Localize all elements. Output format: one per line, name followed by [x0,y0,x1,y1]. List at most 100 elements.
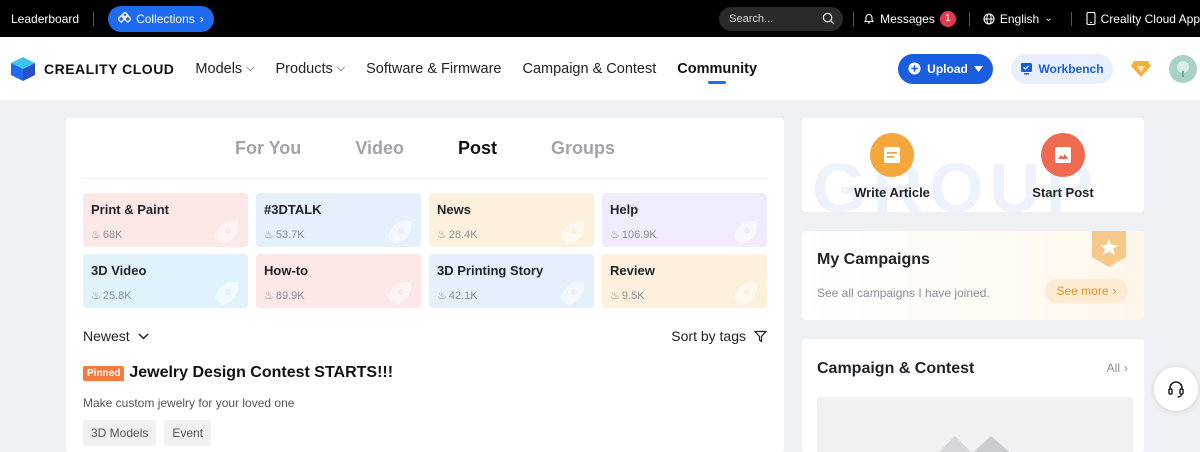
rocket-decor-icon [215,282,238,305]
post-tag[interactable]: 3D Models [83,420,157,446]
my-campaigns-title: My Campaigns [817,251,930,268]
community-feed-card: For You Video Post Groups Print & Paint … [66,118,784,452]
chevron-down-icon: ⌵ [246,62,255,74]
messages-label: Messages [880,11,935,26]
plus-circle-icon [908,62,921,75]
upload-label: Upload [927,61,968,76]
flame-icon: ♨ [91,229,101,241]
rocket-decor-icon [561,282,584,305]
workbench-label: Workbench [1038,61,1104,76]
search-icon[interactable] [822,12,835,25]
search-placeholder: Search... [729,12,774,25]
sort-by-tags-button[interactable]: Sort by tags [671,328,767,344]
category-card[interactable]: News ♨ 28.4K [429,193,594,247]
upload-button[interactable]: Upload [898,53,993,84]
workbench-button[interactable]: Workbench [1011,53,1113,84]
category-count-value: 9.5K [621,289,645,302]
write-article-button[interactable]: Write Article [837,133,947,200]
top-bar: Leaderboard Collections › Search... Mess… [0,0,1200,37]
category-name: 3D Printing Story [437,263,544,278]
workbench-icon [1021,63,1033,75]
customer-support-button[interactable] [1154,367,1198,411]
messages-badge: 1 [939,10,956,27]
view-all-link[interactable]: All › [1107,361,1128,375]
nav-products[interactable]: Products ⌵ [276,37,346,100]
messages-link[interactable]: Messages 1 [863,10,956,27]
category-card[interactable]: Review ♨ 9.5K [602,254,767,308]
globe-icon [983,12,995,25]
chevron-right-icon: › [199,11,204,26]
see-more-button[interactable]: See more › [1045,279,1128,303]
tab-for-you[interactable]: For You [235,138,301,159]
nav-community[interactable]: Community [677,37,757,100]
flame-icon: ♨ [437,290,447,302]
rocket-decor-icon [734,221,757,244]
tab-video[interactable]: Video [355,138,404,159]
sort-tags-label: Sort by tags [671,328,746,344]
category-card[interactable]: 3D Printing Story ♨ 42.1K [429,254,594,308]
category-card[interactable]: 3D Video ♨ 25.8K [83,254,248,308]
nav-models-label: Models [195,60,243,77]
start-post-button[interactable]: Start Post [1008,133,1118,200]
filter-icon [754,330,767,343]
creality-logo-icon [11,56,35,81]
rocket-decor-icon [561,221,584,244]
sort-label: Newest [83,328,130,344]
tab-groups[interactable]: Groups [551,138,615,159]
post-tag[interactable]: Event [164,420,212,446]
app-download-link[interactable]: Creality Cloud App [1086,12,1200,26]
nav-models[interactable]: Models ⌵ [195,37,254,100]
flame-icon: ♨ [264,290,274,302]
bell-icon [864,13,875,24]
divider [968,11,970,26]
phone-icon [1086,12,1096,25]
star-badge-icon [1092,231,1126,267]
image-placeholder-icon [939,436,1010,452]
post-title-row: Pinned Jewelry Design Contest STARTS!!! [83,364,767,382]
divider [93,11,95,26]
language-label: English [999,11,1040,26]
nav-campaign-label: Campaign & Contest [522,60,657,77]
category-count-value: 89.9K [275,289,305,302]
chevron-down-icon: ⌄ [1044,13,1053,24]
divider [1070,11,1072,26]
write-article-icon [870,133,914,177]
headset-icon [1168,381,1184,398]
logo-text: CREALITY CLOUD [44,60,175,77]
post-title[interactable]: Jewelry Design Contest STARTS!!! [129,364,393,382]
category-card[interactable]: Help ♨ 106.9K [602,193,767,247]
nav-campaign[interactable]: Campaign & Contest [522,37,656,100]
nav-products-label: Products [275,60,333,77]
search-input[interactable]: Search... [719,6,844,31]
category-name: 3D Video [91,263,147,278]
category-card[interactable]: How-to ♨ 89.9K [256,254,421,308]
divider [853,11,855,26]
post-description: Make custom jewelry for your loved one [83,396,295,410]
language-select[interactable]: English ⌄ [983,12,1053,26]
logo[interactable]: CREALITY CLOUD [10,56,174,82]
contest-image-placeholder[interactable] [817,397,1133,452]
filter-row: Newest Sort by tags [83,328,767,344]
leaderboard-link[interactable]: Leaderboard [11,12,79,26]
nav-software[interactable]: Software & Firmware [366,37,501,100]
feed-tabs: For You Video Post Groups [66,138,784,159]
category-grid: Print & Paint ♨ 68K #3DTALK ♨ 53.7K News ♨… [83,193,767,308]
start-post-label: Start Post [1032,185,1094,200]
start-post-icon [1041,133,1085,177]
tab-post[interactable]: Post [458,138,497,159]
collections-button[interactable]: Collections › [108,5,214,32]
diamond-vip-icon[interactable] [1131,60,1151,78]
pinned-badge: Pinned [83,365,125,381]
post-item[interactable]: Pinned Jewelry Design Contest STARTS!!! … [83,364,767,446]
sort-dropdown[interactable]: Newest [83,328,149,344]
main-navbar: CREALITY CLOUD Models ⌵ Products ⌵ Softwar… [0,37,1200,100]
category-count-value: 106.9K [621,228,657,241]
user-avatar[interactable] [1169,54,1197,83]
rocket-decor-icon [734,282,757,305]
category-card[interactable]: #3DTALK ♨ 53.7K [256,193,421,247]
category-name: How-to [264,263,309,278]
category-card[interactable]: Print & Paint ♨ 68K [83,193,248,247]
flame-icon: ♨ [610,229,620,241]
rocket-decor-icon [215,221,238,244]
category-count-value: 28.4K [448,228,478,241]
